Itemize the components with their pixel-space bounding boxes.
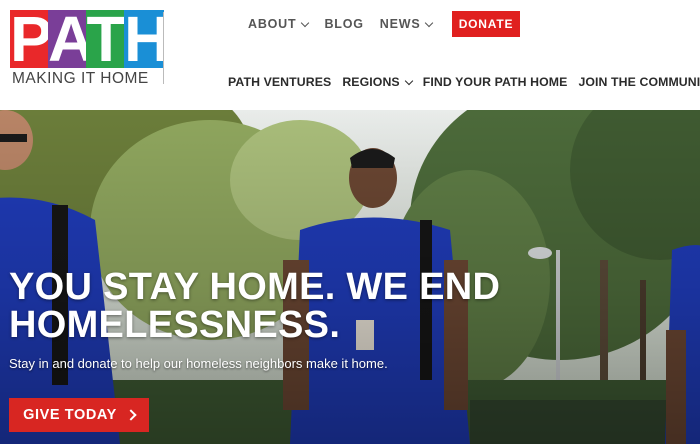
logo-letter: A	[48, 3, 94, 75]
nav-path-ventures[interactable]: PATH VENTURES	[228, 75, 331, 89]
hero-headline-line2: HOMELESSNESS.	[9, 304, 341, 346]
logo-tagline: MAKING IT HOME	[12, 70, 149, 87]
nav-join-the-community[interactable]: JOIN THE COMMUNITY	[578, 75, 700, 89]
logo-letter: H	[124, 3, 170, 75]
hero-headline: YOU STAY HOME. WE END HOMELESSNESS.	[9, 268, 500, 344]
nav-blog-label: BLOG	[324, 17, 364, 31]
nav-news[interactable]: NEWS	[379, 17, 434, 31]
nav-join-label: JOIN THE COMMUNITY	[578, 75, 700, 89]
nav-path-ventures-label: PATH VENTURES	[228, 75, 332, 89]
hero-banner: YOU STAY HOME. WE END HOMELESSNESS. Stay…	[0, 110, 700, 444]
give-today-label: GIVE TODAY	[23, 407, 117, 423]
nav-about[interactable]: ABOUT	[248, 17, 310, 31]
give-today-button[interactable]: GIVE TODAY	[9, 398, 149, 432]
logo-letter: T	[86, 3, 126, 75]
donate-button[interactable]: DONATE	[452, 11, 520, 37]
site-header: P A T H MAKING IT HOME ABOUT BLOG NEWS D…	[0, 0, 700, 110]
chevron-down-icon	[425, 18, 434, 27]
logo-divider	[163, 12, 164, 84]
logo-wordmark: P A T H	[10, 3, 170, 75]
nav-news-label: NEWS	[379, 17, 421, 31]
path-logo[interactable]: P A T H MAKING IT HOME	[10, 3, 170, 90]
nav-regions-label: REGIONS	[342, 75, 400, 89]
chevron-down-icon	[404, 76, 413, 85]
nav-blog[interactable]: BLOG	[324, 17, 363, 31]
chevron-down-icon	[301, 18, 310, 27]
main-nav: PATH VENTURES REGIONS FIND YOUR PATH HOM…	[228, 73, 700, 91]
nav-regions[interactable]: REGIONS	[342, 75, 413, 89]
logo-letter: P	[10, 3, 53, 75]
utility-nav: ABOUT BLOG NEWS	[248, 14, 448, 34]
nav-find-your-path-home[interactable]: FIND YOUR PATH HOME	[423, 75, 568, 89]
nav-about-label: ABOUT	[248, 17, 297, 31]
nav-find-home-label: FIND YOUR PATH HOME	[422, 75, 568, 89]
hero-headline-line1: YOU STAY HOME. WE END	[9, 266, 501, 308]
chevron-right-icon	[125, 409, 137, 421]
hero-subline: Stay in and donate to help our homeless …	[9, 356, 388, 371]
